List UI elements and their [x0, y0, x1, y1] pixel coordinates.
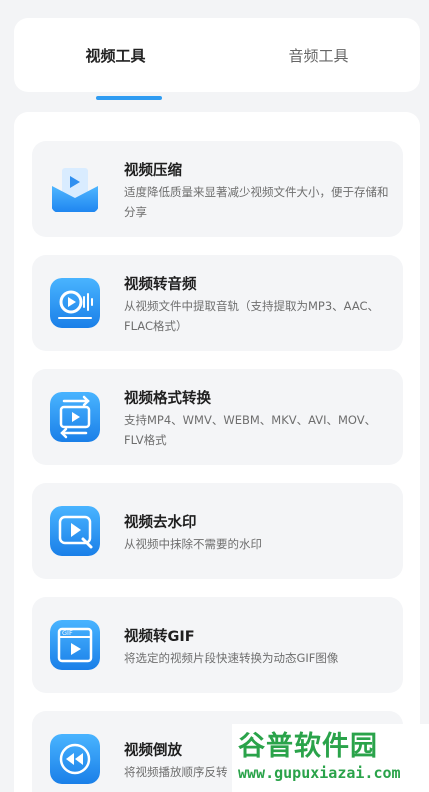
watermark-logo: 谷普软件园 — [238, 731, 378, 762]
tool-item-remove-watermark[interactable]: 视频去水印 从视频中抹除不需要的水印 — [32, 483, 403, 579]
watermark-url: www.gupuxiazai.com — [238, 764, 401, 782]
video-reverse-icon — [50, 734, 100, 784]
tool-title: 视频压缩 — [124, 163, 182, 179]
gif-badge: GIF — [62, 629, 73, 637]
video-compress-icon — [50, 164, 100, 214]
video-to-audio-icon — [50, 278, 100, 328]
tool-title: 视频倒放 — [124, 743, 182, 759]
tool-item-video-to-audio[interactable]: 视频转音频 从视频文件中提取音轨（支持提取为MP3、AAC、FLAC格式） — [32, 255, 403, 351]
tool-desc: 将选定的视频片段快速转换为动态GIF图像 — [124, 651, 339, 665]
tool-title: 视频转音频 — [124, 277, 197, 293]
tool-desc: 从视频文件中提取音轨（支持提取为MP3、AAC、FLAC格式） — [124, 299, 380, 333]
tab-audio-tools[interactable]: 音频工具 — [217, 18, 420, 92]
tab-bar: 视频工具 音频工具 — [14, 18, 420, 100]
tool-title: 视频格式转换 — [124, 391, 211, 407]
site-watermark: 谷普软件园 www.gupuxiazai.com — [232, 724, 429, 792]
format-convert-icon — [50, 392, 100, 442]
video-to-gif-icon: GIF — [50, 620, 100, 670]
tool-desc: 适度降低质量来显著减少视频文件大小，便于存储和分享 — [124, 185, 389, 219]
tab-video-tools[interactable]: 视频工具 — [14, 18, 217, 92]
tool-item-video-to-gif[interactable]: GIF 视频转GIF 将选定的视频片段快速转换为动态GIF图像 — [32, 597, 403, 693]
tool-desc: 支持MP4、WMV、WEBM、MKV、AVI、MOV、FLV格式 — [124, 413, 377, 447]
tool-desc: 从视频中抹除不需要的水印 — [124, 537, 262, 551]
active-tab-indicator — [96, 96, 162, 100]
tool-item-format-convert[interactable]: 视频格式转换 支持MP4、WMV、WEBM、MKV、AVI、MOV、FLV格式 — [32, 369, 403, 465]
tool-title: 视频去水印 — [124, 515, 197, 531]
tool-title: 视频转GIF — [124, 629, 195, 645]
tool-item-video-compress[interactable]: 视频压缩 适度降低质量来显著减少视频文件大小，便于存储和分享 — [32, 141, 403, 237]
remove-watermark-icon — [50, 506, 100, 556]
